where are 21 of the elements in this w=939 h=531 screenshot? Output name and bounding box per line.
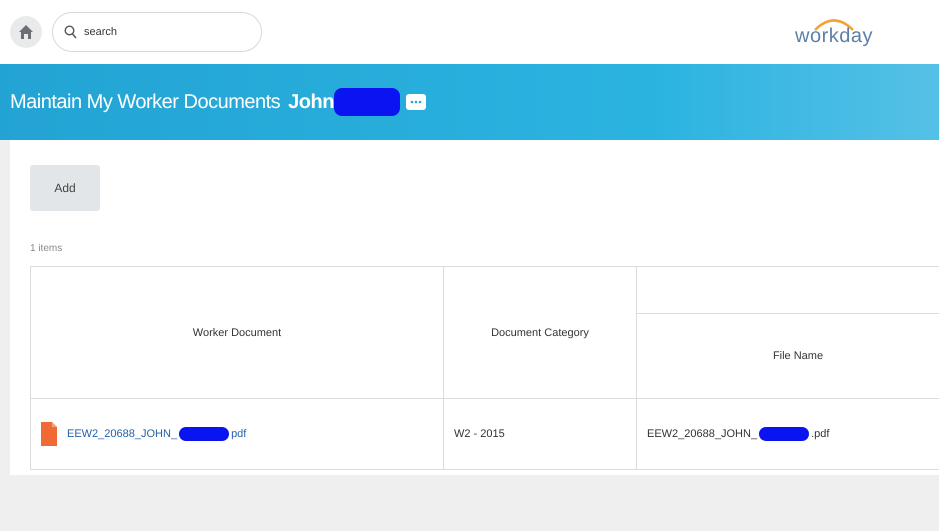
home-button[interactable] xyxy=(10,16,42,48)
redaction-mark xyxy=(179,427,230,441)
file-name: .pdf xyxy=(811,428,830,440)
item-count: 1 items xyxy=(30,243,62,254)
logo: workday xyxy=(795,16,873,48)
page-title: Maintain My Worker Documents xyxy=(10,90,280,114)
file-name: EEW2_20688_JOHN_ xyxy=(647,428,758,440)
document-link[interactable]: pdf xyxy=(231,428,246,440)
document-link[interactable]: EEW2_20688_JOHN_ xyxy=(67,428,178,440)
search-field[interactable]: search xyxy=(52,12,262,52)
more-button[interactable] xyxy=(406,94,426,110)
more-icon xyxy=(410,100,422,104)
add-button[interactable]: Add xyxy=(30,165,100,211)
worker-name: John xyxy=(288,90,334,114)
table-cell: W2 - 2015 xyxy=(454,428,505,440)
column-header: Document Category xyxy=(444,266,636,398)
column-header: Worker Document xyxy=(30,266,444,398)
redaction-mark xyxy=(334,88,400,116)
home-icon xyxy=(18,24,34,40)
redaction-mark xyxy=(759,427,810,441)
pdf-file-icon xyxy=(41,422,57,446)
